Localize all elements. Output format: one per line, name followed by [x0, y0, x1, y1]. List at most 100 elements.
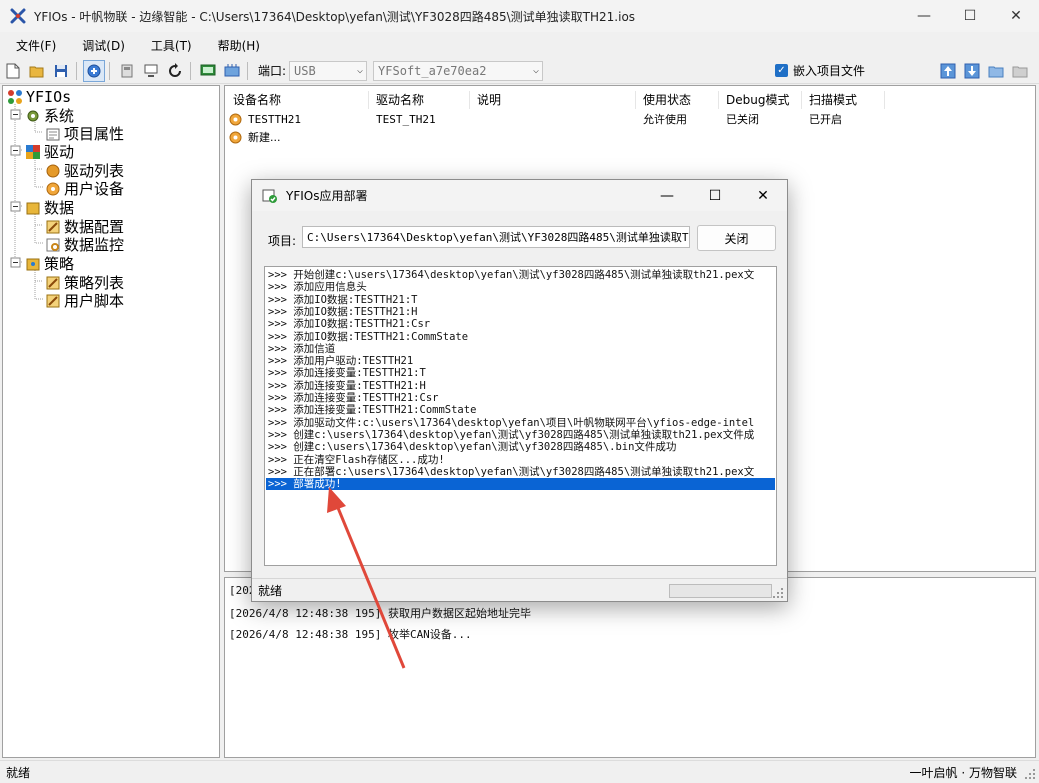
- table-row[interactable]: TESTTH21 TEST_TH21 允许使用 已关闭 已开启: [229, 111, 1029, 127]
- output-line[interactable]: >>> 正在部署c:\users\17364\desktop\yefan\测试\…: [266, 466, 775, 478]
- resize-grip-icon[interactable]: [772, 587, 784, 599]
- output-line[interactable]: >>> 创建c:\users\17364\desktop\yefan\测试\yf…: [266, 429, 775, 441]
- output-line[interactable]: >>> 添加IO数据:TESTTH21:CommState: [266, 331, 775, 343]
- folder-open-button[interactable]: [1009, 60, 1031, 82]
- new-file-button[interactable]: [2, 60, 24, 82]
- device-button[interactable]: [116, 60, 138, 82]
- refresh-icon: [169, 62, 181, 77]
- resize-grip-icon[interactable]: [1024, 768, 1036, 780]
- output-line[interactable]: >>> 添加驱动文件:c:\users\17364\desktop\yefan\…: [266, 417, 775, 429]
- new-device-label: 新建...: [248, 131, 281, 144]
- tree-item-driver[interactable]: 驱动: [25, 141, 74, 162]
- embed-checkbox[interactable]: ✓: [775, 64, 788, 77]
- connect-button[interactable]: [83, 59, 105, 82]
- output-line[interactable]: >>> 添加连接变量:TESTTH21:H: [266, 380, 775, 392]
- properties-icon: [46, 128, 60, 140]
- column-header-description[interactable]: 说明: [471, 91, 636, 109]
- port-select[interactable]: USB ⌵: [289, 60, 368, 81]
- output-line[interactable]: >>> 添加IO数据:TESTTH21:H: [266, 306, 775, 318]
- tree-item-label: 用户设备: [64, 180, 125, 198]
- column-header-device-name[interactable]: 设备名称: [227, 91, 369, 109]
- project-path-field[interactable]: C:\Users\17364\Desktop\yefan\测试\YF3028四路…: [302, 226, 690, 248]
- output-line[interactable]: >>> 正在清空Flash存储区...成功!: [266, 454, 775, 466]
- menu-debug[interactable]: 调试(D): [72, 37, 135, 54]
- refresh-button[interactable]: [164, 60, 186, 82]
- deploy-output-list[interactable]: >>> 开始创建c:\users\17364\desktop\yefan\测试\…: [264, 266, 777, 566]
- tree-item-strategy[interactable]: 策略: [25, 253, 74, 274]
- column-header-scan[interactable]: 扫描模式: [803, 91, 885, 109]
- output-line[interactable]: >>> 添加应用信息头: [266, 281, 775, 293]
- toolbar-separator: [247, 61, 248, 80]
- project-label: 项目:: [268, 234, 297, 248]
- embed-checkbox-label: 嵌入项目文件: [793, 64, 866, 78]
- close-window-button[interactable]: ✕: [993, 0, 1039, 32]
- close-dialog-button[interactable]: 关闭: [697, 225, 776, 251]
- move-up-button[interactable]: [937, 60, 959, 82]
- save-icon: [55, 64, 67, 77]
- data-icon: [26, 202, 40, 214]
- output-line[interactable]: >>> 添加信道: [266, 343, 775, 355]
- data-config-icon: [46, 220, 60, 233]
- menu-tools[interactable]: 工具(T): [141, 37, 202, 54]
- column-header-status[interactable]: 使用状态: [637, 91, 719, 109]
- output-line[interactable]: >>> 创建c:\users\17364\desktop\yefan\测试\yf…: [266, 441, 775, 453]
- folder-icon: [988, 66, 1004, 78]
- new-file-icon: [6, 63, 20, 78]
- save-button[interactable]: [50, 60, 72, 82]
- tree-root-label: YFIOs: [26, 88, 72, 106]
- dialog-maximize-button[interactable]: ☐: [691, 180, 739, 211]
- toolbar-separator: [76, 61, 77, 80]
- menu-file[interactable]: 文件(F): [6, 37, 66, 54]
- output-line[interactable]: >>> 添加IO数据:TESTTH21:T: [266, 294, 775, 306]
- tree-item-label: 数据监控: [64, 236, 125, 254]
- strategy-icon: [26, 258, 40, 270]
- deploy-button[interactable]: [140, 60, 162, 82]
- dialog-status-bar: 就绪: [252, 578, 787, 602]
- embed-project-toggle[interactable]: ✓ 嵌入项目文件: [775, 62, 865, 79]
- tree-item-user-device[interactable]: 用户设备: [45, 178, 124, 199]
- dialog-title-bar: YFIOs应用部署 — ☐ ✕: [252, 180, 787, 211]
- device-value: YFSoft_a7e70ea2: [378, 63, 487, 78]
- menu-help[interactable]: 帮助(H): [208, 37, 270, 54]
- gear-icon: [27, 110, 39, 121]
- folder-button[interactable]: [985, 60, 1007, 82]
- toolbar: 端口: USB ⌵ YFSoft_a7e70ea2 ⌵: [0, 58, 1039, 84]
- column-header-driver-name[interactable]: 驱动名称: [370, 91, 470, 109]
- tree-item-label: 驱动: [44, 143, 75, 161]
- project-tree: YFIOs 系统 项目属性 驱动 驱动列表 用户设备 数据 数据配置 数据监控 …: [2, 85, 220, 758]
- device-icon: [229, 113, 242, 125]
- scan-mode: 已开启: [809, 113, 842, 126]
- deploy-progress-bar: [669, 584, 772, 598]
- output-line[interactable]: >>> 添加用户驱动:TESTTH21: [266, 355, 775, 367]
- device-select[interactable]: YFSoft_a7e70ea2 ⌵: [373, 60, 544, 81]
- output-line[interactable]: >>> 添加连接变量:TESTTH21:T: [266, 367, 775, 379]
- dialog-minimize-button[interactable]: —: [643, 180, 691, 211]
- toolbar-separator: [109, 61, 110, 80]
- monitor-button[interactable]: [197, 60, 219, 82]
- grid-button[interactable]: [221, 60, 243, 82]
- output-line[interactable]: >>> 添加连接变量:TESTTH21:Csr: [266, 392, 775, 404]
- folder-open-icon: [1012, 66, 1028, 78]
- column-header-debug[interactable]: Debug模式: [720, 91, 802, 109]
- maximize-button[interactable]: ☐: [947, 0, 993, 32]
- tree-root[interactable]: YFIOs: [7, 88, 71, 106]
- output-line[interactable]: >>> 开始创建c:\users\17364\desktop\yefan\测试\…: [266, 269, 775, 281]
- tree-item-data[interactable]: 数据: [25, 197, 74, 218]
- tree-item-label: 用户脚本: [64, 292, 125, 310]
- move-down-button[interactable]: [961, 60, 983, 82]
- output-line[interactable]: >>> 添加连接变量:TESTTH21:CommState: [266, 404, 775, 416]
- dialog-status-text: 就绪: [258, 584, 283, 598]
- output-line[interactable]: >>> 部署成功!: [266, 478, 775, 491]
- minimize-button[interactable]: —: [901, 0, 947, 32]
- monitor-icon: [200, 64, 216, 75]
- open-folder-button[interactable]: [26, 60, 48, 82]
- output-line[interactable]: >>> 添加IO数据:TESTTH21:Csr: [266, 318, 775, 330]
- table-row-new[interactable]: 新建...: [229, 129, 1029, 145]
- tree-item-data-monitor[interactable]: 数据监控: [45, 234, 124, 255]
- deploy-dialog: YFIOs应用部署 — ☐ ✕ 项目: C:\Users\17364\Deskt…: [251, 179, 788, 602]
- grid-icon: [224, 63, 240, 76]
- device-icon: [229, 131, 242, 143]
- tree-item-user-script[interactable]: 用户脚本: [45, 290, 124, 311]
- dialog-close-x-button[interactable]: ✕: [739, 180, 787, 211]
- dialog-title: YFIOs应用部署: [286, 189, 368, 203]
